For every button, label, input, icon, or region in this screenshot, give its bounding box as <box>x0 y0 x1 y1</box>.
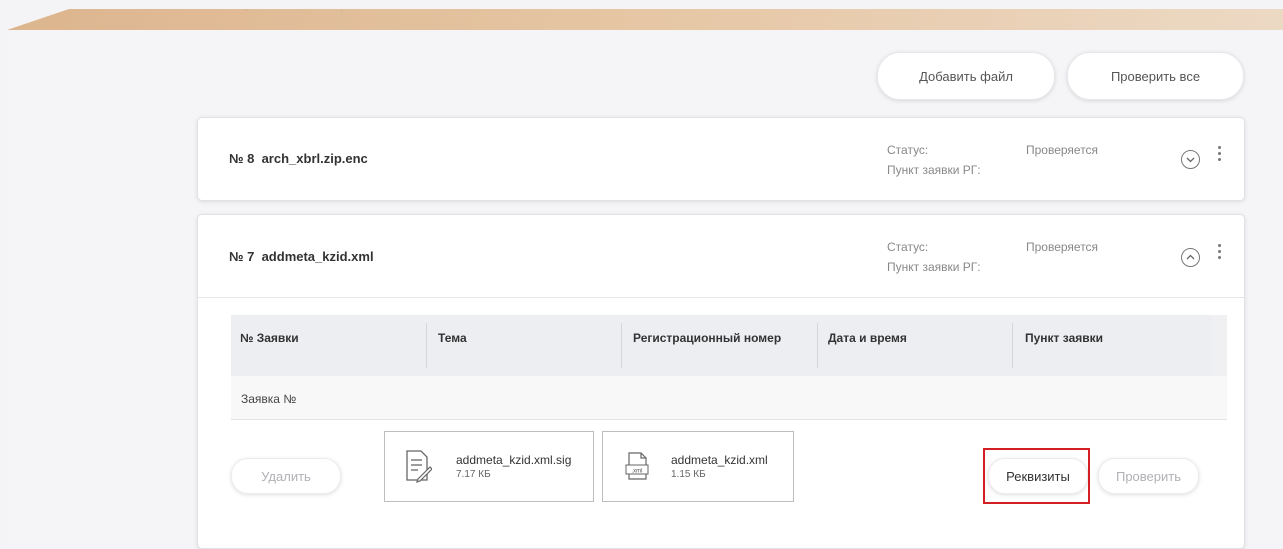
signature-file-icon <box>406 450 432 483</box>
kebab-icon <box>1217 244 1223 259</box>
card-divider <box>198 297 1244 298</box>
check-all-label: Проверить все <box>1110 68 1201 84</box>
file-attachment[interactable]: .xml addmeta_kzid.xml 1.15 КБ <box>602 431 794 502</box>
status-labels: Статус: Пункт заявки РГ: <box>887 140 981 180</box>
column-header: Пункт заявки <box>1025 331 1104 345</box>
column-header: Регистрационный номер <box>633 331 782 345</box>
card-number: № 8 <box>229 151 255 166</box>
chevron-up-icon <box>1186 254 1195 260</box>
delete-label: Удалить <box>261 468 311 484</box>
check-label: Проверить <box>1115 468 1181 484</box>
chevron-down-icon <box>1186 157 1195 163</box>
file-attachment[interactable]: addmeta_kzid.xml.sig 7.17 КБ <box>384 431 594 502</box>
file-size: 7.17 КБ <box>456 469 491 480</box>
status-value: Проверяется <box>1026 240 1099 254</box>
column-header: Дата и время <box>828 331 907 345</box>
card-title: № 7 addmeta_kzid.xml <box>229 249 374 264</box>
add-file-label: Добавить файл <box>919 68 1013 84</box>
card-filename: addmeta_kzid.xml <box>261 249 374 264</box>
xml-icon-text: .xml <box>632 469 643 475</box>
table-row[interactable]: Заявка № <box>231 376 1227 420</box>
banner-dot: · <box>340 5 344 16</box>
column-header: № Заявки <box>240 331 299 345</box>
highlight-box <box>983 448 1090 504</box>
card-filename: arch_xbrl.zip.enc <box>261 151 368 166</box>
file-card-8: № 8 arch_xbrl.zip.enc Статус: Пункт заяв… <box>197 117 1245 201</box>
xml-file-icon: .xml <box>625 452 649 480</box>
point-label: Пункт заявки РГ: <box>887 260 981 274</box>
card-title: № 8 arch_xbrl.zip.enc <box>229 151 368 166</box>
check-all-button[interactable]: Проверить все <box>1067 52 1244 100</box>
point-label: Пункт заявки РГ: <box>887 163 981 177</box>
column-separator <box>1012 323 1013 368</box>
file-name: addmeta_kzid.xml.sig <box>456 453 572 467</box>
collapse-chevron-button[interactable] <box>1181 248 1200 267</box>
banner-dot: · <box>245 5 249 16</box>
file-size: 1.15 КБ <box>671 469 706 480</box>
status-label: Статус: <box>887 143 929 157</box>
status-label: Статус: <box>887 240 929 254</box>
check-button[interactable]: Проверить <box>1098 458 1199 494</box>
add-file-button[interactable]: Добавить файл <box>877 52 1055 100</box>
status-labels: Статус: Пункт заявки РГ: <box>887 237 981 277</box>
column-header: Тема <box>438 331 467 345</box>
kebab-icon <box>1217 146 1223 161</box>
card-number: № 7 <box>229 249 255 264</box>
table-cell: Заявка № <box>241 392 297 406</box>
more-menu-button[interactable] <box>1217 146 1223 164</box>
column-separator <box>621 323 622 368</box>
column-separator <box>817 323 818 368</box>
top-banner: · · <box>7 5 1283 30</box>
file-card-7: № 7 addmeta_kzid.xml Статус: Пункт заявк… <box>197 214 1245 549</box>
more-menu-button[interactable] <box>1217 244 1223 262</box>
file-name: addmeta_kzid.xml <box>671 453 768 467</box>
delete-button[interactable]: Удалить <box>231 458 341 494</box>
expand-chevron-button[interactable] <box>1181 150 1200 169</box>
status-value: Проверяется <box>1026 143 1099 157</box>
table-header: № Заявки Тема Регистрационный номер Дата… <box>231 315 1212 376</box>
column-separator <box>426 323 427 368</box>
